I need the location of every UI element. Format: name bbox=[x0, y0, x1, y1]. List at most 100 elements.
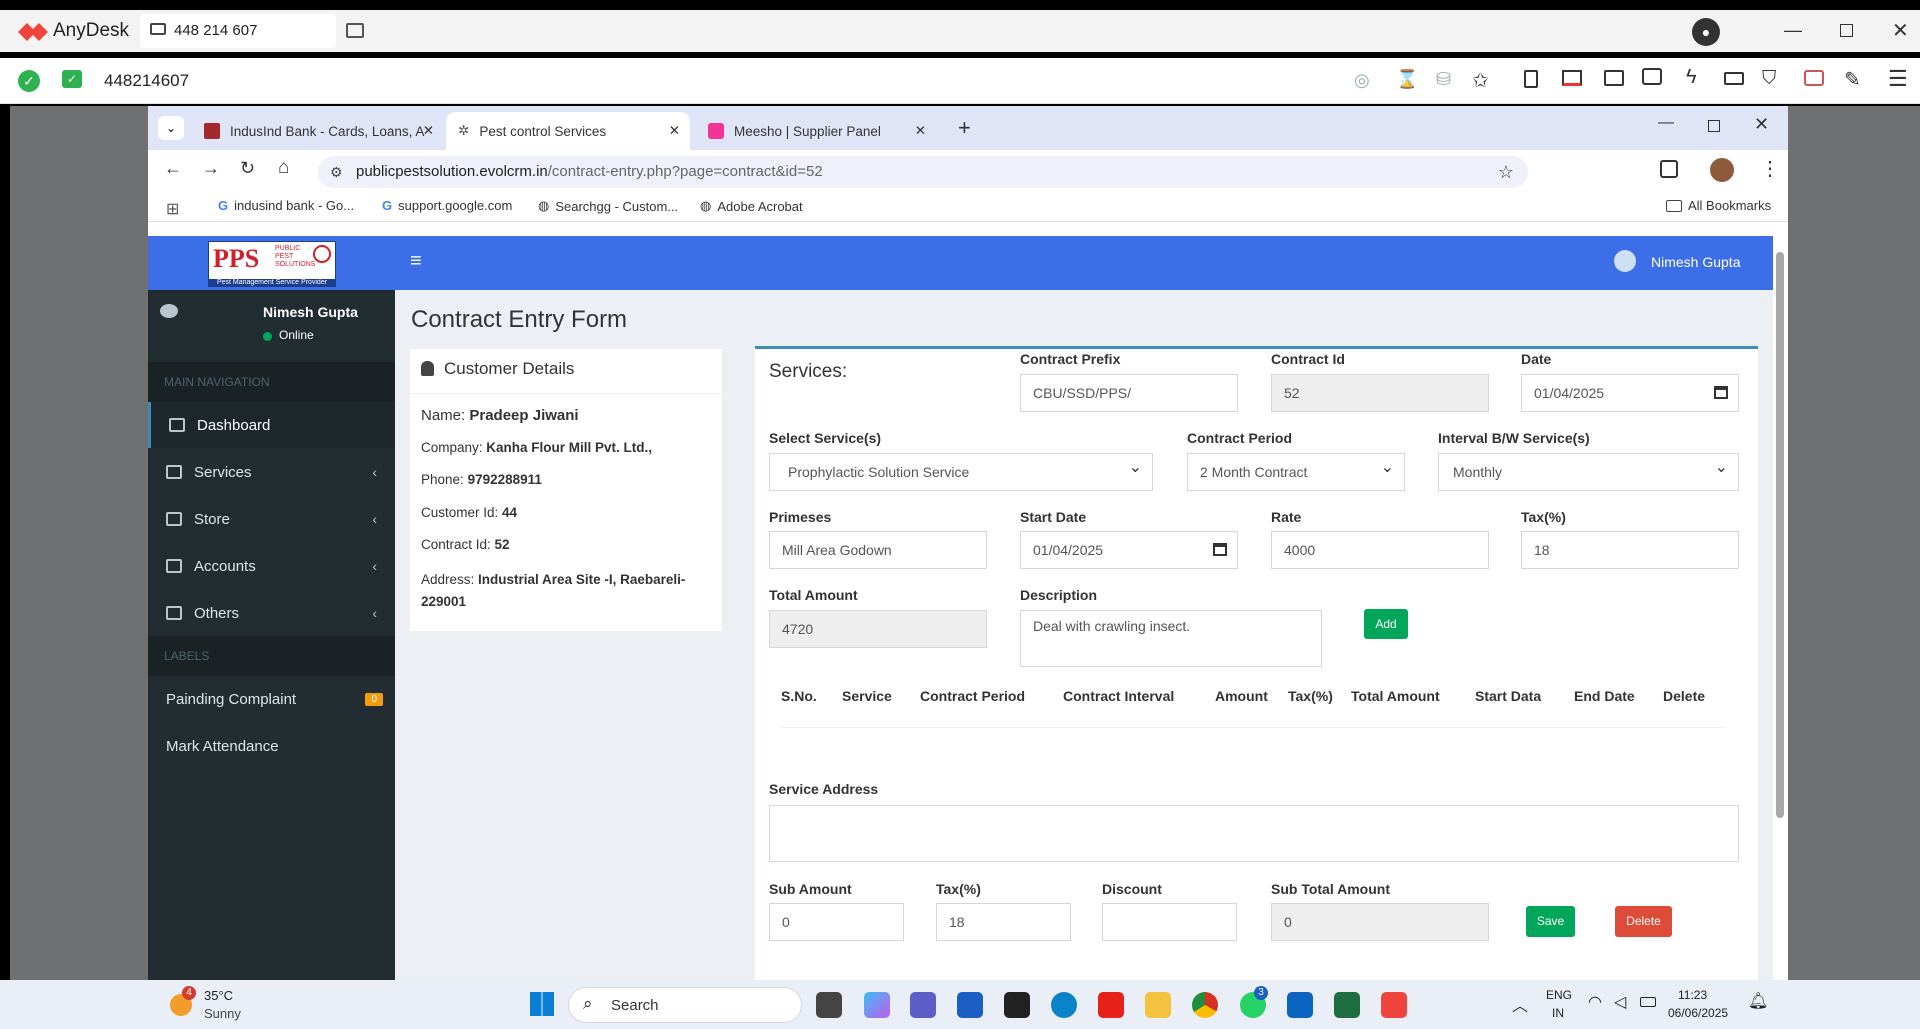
anydesk-taskbar-icon[interactable] bbox=[1381, 992, 1407, 1018]
toolbar-keyboard-icon[interactable] bbox=[1724, 72, 1744, 85]
toolbar-display-icon[interactable] bbox=[1604, 70, 1624, 86]
site-info-icon[interactable]: ⚙ bbox=[330, 156, 343, 188]
contract-id-input[interactable]: 52 bbox=[1271, 374, 1489, 412]
calendar-icon[interactable] bbox=[1213, 543, 1227, 556]
sidebar-item-accounts[interactable]: Accounts ‹ bbox=[148, 543, 395, 589]
toolbar-monitor-icon[interactable] bbox=[1562, 70, 1582, 86]
service-address-textarea[interactable] bbox=[769, 805, 1739, 862]
sub-total-input[interactable]: 0 bbox=[1271, 903, 1489, 941]
toolbar-lightning-icon[interactable]: ϟ bbox=[1686, 66, 1697, 89]
reload-icon[interactable]: ↻ bbox=[240, 158, 255, 179]
edge-icon[interactable] bbox=[1051, 992, 1077, 1018]
toolbar-file-icon[interactable] bbox=[1524, 70, 1538, 88]
new-session-icon[interactable] bbox=[346, 23, 364, 38]
home-icon[interactable]: ⌂ bbox=[278, 157, 289, 179]
chrome-icon[interactable] bbox=[1192, 992, 1218, 1018]
chevron-up-icon[interactable]: ︿ bbox=[1512, 992, 1528, 1016]
interval-select[interactable]: Monthly bbox=[1438, 450, 1739, 491]
user-avatar[interactable] bbox=[1614, 250, 1636, 272]
toolbar-menu-icon[interactable]: ☰ bbox=[1888, 66, 1908, 92]
toolbar-pen-icon[interactable]: ✎ bbox=[1844, 67, 1861, 92]
volume-icon[interactable]: ◁ bbox=[1614, 992, 1626, 1012]
window-close-icon[interactable]: ✕ bbox=[1754, 114, 1769, 135]
toolbar-star-icon[interactable]: ✩ bbox=[1472, 68, 1489, 93]
tax-input[interactable]: 18 bbox=[1521, 531, 1739, 569]
task-view-icon[interactable] bbox=[816, 992, 842, 1018]
wifi-icon[interactable]: ◠ bbox=[1588, 992, 1602, 1012]
total-amount-input[interactable]: 4720 bbox=[769, 610, 987, 648]
sidebar-item-store[interactable]: Store ‹ bbox=[148, 496, 395, 542]
language-code[interactable]: ENG bbox=[1546, 988, 1572, 1002]
sidebar-item-services[interactable]: Services ‹ bbox=[148, 449, 395, 495]
close-icon[interactable]: ✕ bbox=[1892, 18, 1909, 43]
bookmark-support[interactable]: Gsupport.google.com bbox=[382, 198, 512, 213]
navbar-user-name[interactable]: Nimesh Gupta bbox=[1651, 254, 1740, 270]
bookmark-adobe[interactable]: ◍ Adobe Acrobat bbox=[700, 198, 803, 214]
rate-input[interactable]: 4000 bbox=[1271, 531, 1489, 569]
sub-tax-input[interactable]: 18 bbox=[936, 903, 1071, 941]
all-bookmarks[interactable]: All Bookmarks bbox=[1666, 198, 1771, 213]
scrollbar-thumb[interactable] bbox=[1776, 252, 1784, 818]
sidebar-item-dashboard[interactable]: Dashboard bbox=[148, 402, 395, 448]
description-textarea[interactable]: Deal with crawling insect. bbox=[1020, 610, 1322, 667]
bookmark-star-icon[interactable]: ☆ bbox=[1498, 156, 1514, 188]
contract-prefix-input[interactable]: CBU/SSD/PPS/ bbox=[1020, 374, 1238, 412]
windows-start-icon[interactable] bbox=[530, 992, 554, 1016]
tab-pest-control[interactable]: ✲ Pest control Services ✕ bbox=[446, 112, 690, 150]
bookmark-searchgg[interactable]: ◍ Searchgg - Custom... bbox=[538, 198, 678, 214]
toolbar-privacy-icon[interactable]: ◎ bbox=[1354, 70, 1370, 91]
profile-avatar[interactable] bbox=[1710, 158, 1734, 182]
extensions-icon[interactable] bbox=[1660, 160, 1678, 178]
sidebar-item-pending-complaint[interactable]: Painding Complaint 0 bbox=[148, 676, 395, 722]
toolbar-record-icon[interactable] bbox=[1804, 70, 1824, 86]
tab-close-icon[interactable]: ✕ bbox=[915, 123, 926, 139]
discount-input[interactable] bbox=[1102, 903, 1237, 941]
contract-period-select[interactable]: 2 Month Contract bbox=[1187, 450, 1405, 491]
clock-date[interactable]: 06/06/2025 bbox=[1668, 1006, 1728, 1020]
toolbar-database-icon[interactable]: ⛁ bbox=[1436, 69, 1451, 90]
taskbar-search[interactable]: ⌕ Search bbox=[568, 987, 802, 1023]
tab-indusind[interactable]: IndusInd Bank - Cards, Loans, A ✕ bbox=[192, 112, 444, 150]
back-icon[interactable]: ← bbox=[164, 158, 182, 179]
tab-search-icon[interactable]: ⌄ bbox=[158, 116, 184, 140]
outlook-icon[interactable] bbox=[1287, 992, 1313, 1018]
account-icon[interactable]: ● bbox=[1692, 18, 1720, 46]
sidebar-item-mark-attendance[interactable]: Mark Attendance bbox=[148, 723, 395, 769]
sidebar-item-others[interactable]: Others ‹ bbox=[148, 590, 395, 636]
maximize-icon[interactable] bbox=[1840, 24, 1853, 37]
toolbar-shield-icon[interactable]: ⛉ bbox=[1762, 68, 1776, 90]
copilot-icon[interactable] bbox=[864, 992, 890, 1018]
tab-close-icon[interactable]: ✕ bbox=[423, 123, 434, 139]
tab-close-icon[interactable]: ✕ bbox=[669, 123, 680, 139]
forward-icon[interactable]: → bbox=[202, 158, 220, 179]
start-date-input[interactable]: 01/04/2025 bbox=[1020, 531, 1238, 569]
sub-amount-input[interactable]: 0 bbox=[769, 903, 904, 941]
company-logo[interactable]: PPS PUBLIC PEST SOLUTIONS Pest Managemen… bbox=[208, 241, 336, 287]
bookmark-indusind[interactable]: Gindusind bank - Go... bbox=[218, 198, 354, 213]
delete-button[interactable]: Delete bbox=[1615, 906, 1672, 937]
minimize-icon[interactable]: — bbox=[1784, 20, 1802, 41]
add-button[interactable]: Add bbox=[1364, 609, 1408, 639]
teams-icon[interactable] bbox=[910, 992, 936, 1018]
service-select[interactable]: Prophylactic Solution Service bbox=[769, 450, 1153, 491]
toolbar-chat-icon[interactable] bbox=[1642, 68, 1662, 85]
notification-bell-icon[interactable]: 🔔︎ bbox=[1748, 991, 1768, 1011]
file-explorer-icon[interactable] bbox=[1145, 992, 1171, 1018]
calendar-icon[interactable] bbox=[1714, 386, 1728, 399]
apps-grid-icon[interactable]: ⊞ bbox=[166, 199, 179, 219]
chrome-menu-icon[interactable]: ⋮ bbox=[1760, 156, 1780, 181]
premises-input[interactable]: Mill Area Godown bbox=[769, 531, 987, 569]
date-input[interactable]: 01/04/2025 bbox=[1521, 374, 1739, 412]
window-restore-icon[interactable] bbox=[1708, 120, 1720, 132]
clock-time[interactable]: 11:23 bbox=[1678, 988, 1707, 1002]
tab-meesho[interactable]: Meesho | Supplier Panel ✕ bbox=[696, 112, 936, 150]
store-icon[interactable] bbox=[957, 992, 983, 1018]
region-code[interactable]: IN bbox=[1552, 1006, 1564, 1020]
dropbox-icon[interactable] bbox=[1004, 992, 1030, 1018]
window-minimize-icon[interactable]: — bbox=[1658, 114, 1674, 132]
toolbar-hourglass-icon[interactable]: ⌛ bbox=[1396, 69, 1418, 90]
youtube-icon[interactable] bbox=[1098, 992, 1124, 1018]
new-tab-icon[interactable]: + bbox=[958, 115, 971, 141]
save-button[interactable]: Save bbox=[1526, 906, 1575, 937]
url-bar[interactable]: ⚙ publicpestsolution.evolcrm.in/contract… bbox=[318, 156, 1528, 188]
